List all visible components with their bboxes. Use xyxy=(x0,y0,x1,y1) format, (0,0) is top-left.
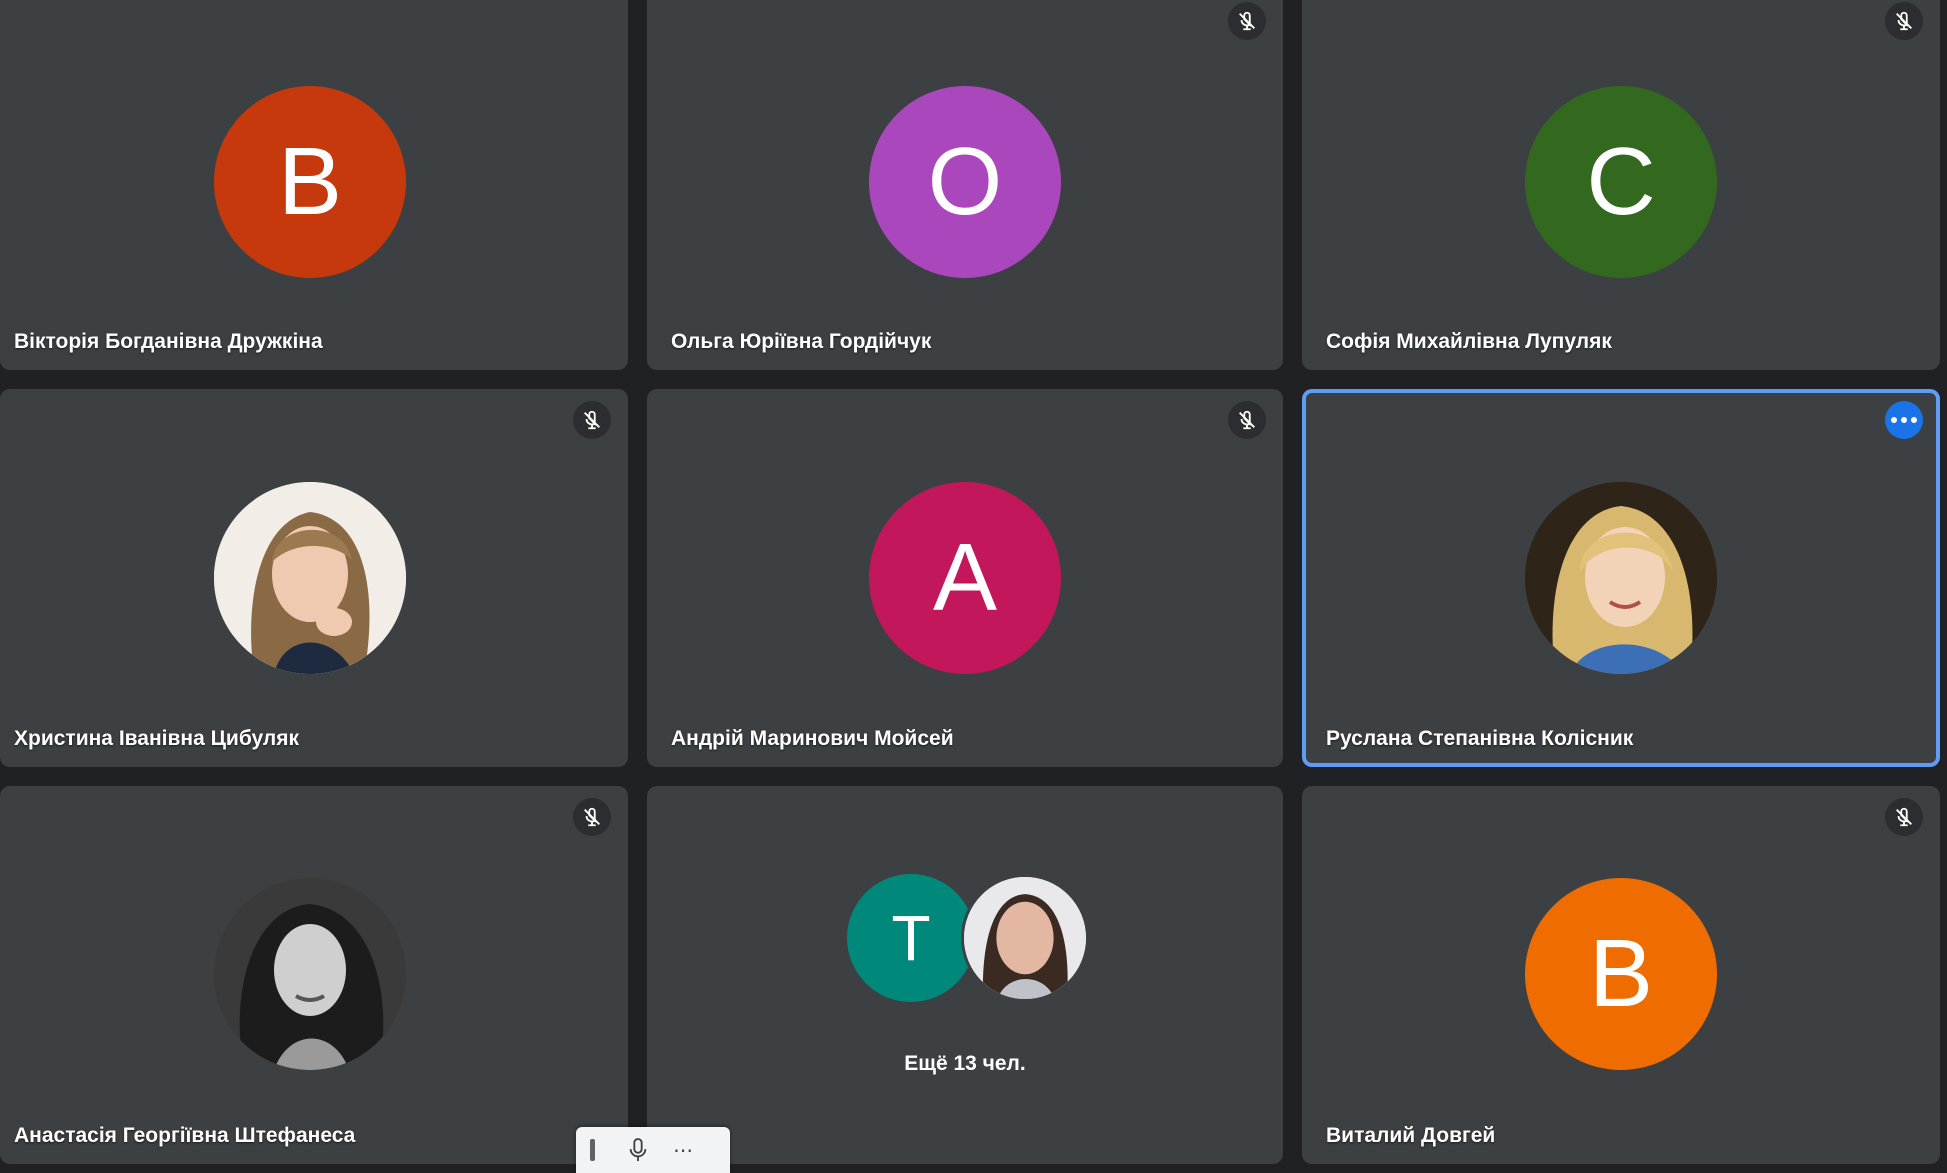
profile-photo xyxy=(1525,482,1717,674)
participant-name: Анастасія Георгіївна Штефанеса xyxy=(14,1124,356,1147)
participant-name: Виталий Довгей xyxy=(1326,1124,1496,1147)
participant-tile-active[interactable]: Руслана Степанівна Колісник xyxy=(1302,389,1940,767)
more-options-icon[interactable]: ⋯ xyxy=(673,1138,694,1163)
participant-tile[interactable]: О Ольга Юріївна Гордійчук xyxy=(647,0,1283,370)
participant-grid: В Вікторія Богданівна Дружкіна О Ольга Ю… xyxy=(0,0,1947,1173)
profile-photo xyxy=(214,878,406,1070)
profile-photo xyxy=(214,482,406,674)
participant-tile[interactable]: Анастасія Георгіївна Штефанеса xyxy=(0,786,628,1164)
participant-name: Вікторія Богданівна Дружкіна xyxy=(14,330,323,353)
avatar: В xyxy=(214,86,406,278)
participant-tile[interactable]: С Софія Михайлівна Лупуляк xyxy=(1302,0,1940,370)
self-view-bar[interactable]: ⋯ xyxy=(576,1127,730,1173)
mic-off-icon xyxy=(573,401,611,439)
avatar: Т xyxy=(847,874,975,1002)
participant-name: Руслана Степанівна Колісник xyxy=(1326,727,1634,750)
participant-tile[interactable]: Христина Іванівна Цибуляк xyxy=(0,389,628,767)
overflow-count-label: Ещё 13 чел. xyxy=(904,1052,1026,1075)
participant-name: Андрій Маринович Мойсей xyxy=(671,727,954,750)
overflow-tile[interactable]: Т Ещё 13 чел. xyxy=(647,786,1283,1164)
participant-name: Христина Іванівна Цибуляк xyxy=(14,727,300,750)
avatar: В xyxy=(1525,878,1717,1070)
mic-off-icon xyxy=(1885,798,1923,836)
mic-off-icon xyxy=(573,798,611,836)
participant-tile[interactable]: А Андрій Маринович Мойсей xyxy=(647,389,1283,767)
more-options-icon[interactable] xyxy=(1885,401,1923,439)
avatar: А xyxy=(869,482,1061,674)
drag-handle[interactable] xyxy=(590,1139,595,1161)
avatar: О xyxy=(869,86,1061,278)
participant-tile[interactable]: В Виталий Довгей xyxy=(1302,786,1940,1164)
participant-name: Софія Михайлівна Лупуляк xyxy=(1326,330,1612,353)
mic-off-icon xyxy=(1228,2,1266,40)
mic-off-icon xyxy=(1228,401,1266,439)
participant-name: Ольга Юріївна Гордійчук xyxy=(671,330,932,353)
participant-tile[interactable]: В Вікторія Богданівна Дружкіна xyxy=(0,0,628,370)
mic-icon[interactable] xyxy=(627,1137,649,1163)
mic-off-icon xyxy=(1885,2,1923,40)
avatar: С xyxy=(1525,86,1717,278)
profile-photo xyxy=(961,874,1089,1002)
